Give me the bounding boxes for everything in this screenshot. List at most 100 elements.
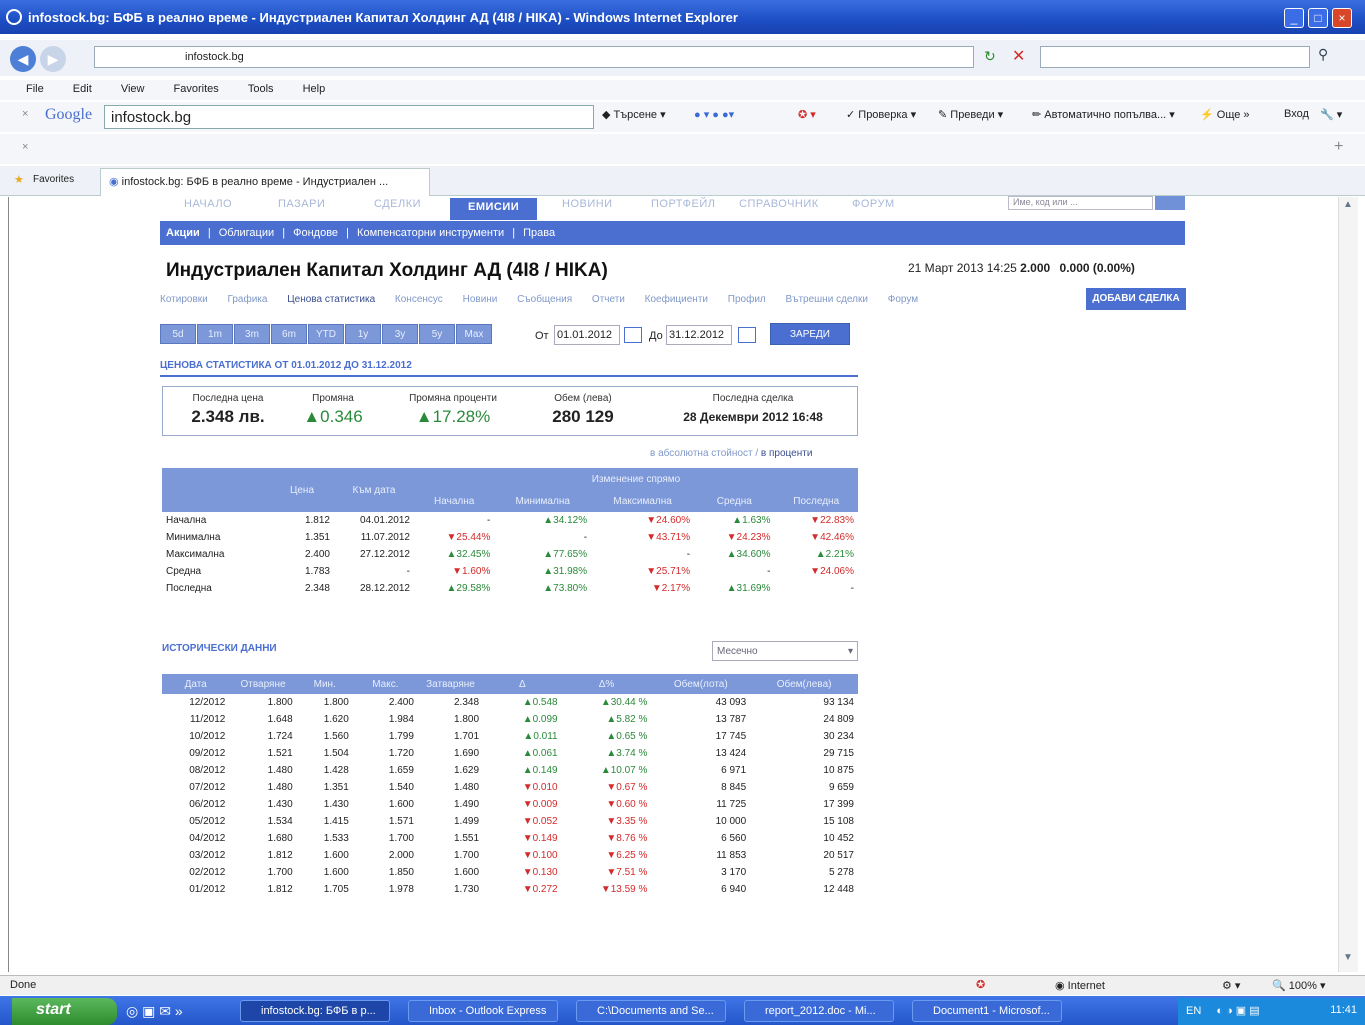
stop-icon[interactable]: ✕ <box>1012 46 1025 66</box>
menu-edit[interactable]: Edit <box>73 83 92 95</box>
task-outlook[interactable]: Inbox - Outlook Express <box>408 1000 558 1022</box>
maximize-button[interactable]: □ <box>1308 8 1328 28</box>
add-bar-icon[interactable]: + <box>1334 138 1343 156</box>
nav-ratios[interactable]: Коефициенти <box>645 294 708 305</box>
tab-portfolio[interactable]: ПОРТФЕЙЛ <box>651 198 715 210</box>
period-6m[interactable]: 6m <box>271 324 307 344</box>
hist-col-header[interactable]: Мин. <box>296 674 353 694</box>
translate-button[interactable]: ✎ Преведи ▾ <box>938 108 1003 121</box>
tab-markets[interactable]: ПАЗАРИ <box>278 198 325 210</box>
scroll-up-icon[interactable]: ▲ <box>1343 199 1353 210</box>
nav-quotes[interactable]: Котировки <box>160 294 208 305</box>
more-button[interactable]: ⚡ Още » <box>1200 108 1250 121</box>
back-icon[interactable]: ◀ <box>10 46 36 72</box>
hist-cell: 12/2012 <box>189 697 226 708</box>
add-deal-button[interactable]: ДОБАВИ СДЕЛКА <box>1086 288 1186 310</box>
load-button[interactable]: ЗАРЕДИ <box>770 323 850 345</box>
address-input[interactable]: infostock.bg <box>94 46 974 68</box>
subnav-compensatory[interactable]: Компенсаторни инструменти <box>357 227 504 239</box>
menu-view[interactable]: View <box>121 83 145 95</box>
tray-icons[interactable]: ◐ ◑ ▣ ▤ <box>1216 1005 1259 1017</box>
subnav-funds[interactable]: Фондове <box>293 227 338 239</box>
period-5d[interactable]: 5d <box>160 324 196 344</box>
subnav-rights[interactable]: Права <box>523 227 555 239</box>
close-button[interactable]: × <box>1332 8 1352 28</box>
subnav-bonds[interactable]: Облигации <box>219 227 274 239</box>
period-5y[interactable]: 5y <box>419 324 455 344</box>
favorites-label[interactable]: Favorites <box>33 174 74 185</box>
wrench-icon[interactable]: 🔧 ▾ <box>1320 108 1342 121</box>
google-search-button[interactable]: ◆ Търсене ▾ <box>602 108 666 121</box>
period-1y[interactable]: 1y <box>345 324 381 344</box>
tab-deals[interactable]: СДЕЛКИ <box>374 198 421 210</box>
period-3m[interactable]: 3m <box>234 324 270 344</box>
nav-chart[interactable]: Графика <box>228 294 268 305</box>
browser-tab[interactable]: ◉ infostock.bg: БФБ в реално време - Инд… <box>100 168 430 196</box>
hist-col-header[interactable]: Обем(левa) <box>750 674 858 694</box>
to-date-input[interactable]: 31.12.2012 <box>666 325 732 345</box>
tab-issues[interactable]: ЕМИСИИ <box>450 198 538 220</box>
tab-home[interactable]: НАЧАЛО <box>184 198 232 210</box>
calendar-icon[interactable] <box>738 327 756 343</box>
task-explorer[interactable]: C:\Documents and Se... <box>576 1000 726 1022</box>
nav-profile[interactable]: Профил <box>728 294 766 305</box>
toolbar-globe-icon[interactable]: ● ▾ ● ●▾ <box>694 108 734 121</box>
menu-help[interactable]: Help <box>303 83 326 95</box>
percent-link[interactable]: в проценти <box>761 448 813 459</box>
signin-button[interactable]: Вход <box>1284 108 1309 120</box>
site-search-input[interactable]: Име, код или ... <box>1008 196 1153 210</box>
autofill-button[interactable]: ✏ Автоматично попълва... ▾ <box>1032 108 1175 121</box>
from-date-input[interactable]: 01.01.2012 <box>554 325 620 345</box>
site-search-button[interactable] <box>1155 196 1185 210</box>
menu-file[interactable]: File <box>26 83 44 95</box>
forward-icon[interactable]: ▶ <box>40 46 66 72</box>
hist-col-header[interactable]: Обем(лота) <box>651 674 751 694</box>
hist-col-header[interactable]: Затваряне <box>417 674 484 694</box>
period-max[interactable]: Max <box>456 324 492 344</box>
hist-col-header[interactable]: Δ% <box>561 674 652 694</box>
hist-col-header[interactable]: Дата <box>162 674 230 694</box>
close-toolbar-icon[interactable]: × <box>22 108 28 120</box>
nav-reports[interactable]: Отчети <box>592 294 625 305</box>
menu-tools[interactable]: Tools <box>248 83 274 95</box>
zoom-control[interactable]: 🔍 100% ▾ <box>1272 979 1325 992</box>
calendar-icon[interactable] <box>624 327 642 343</box>
absolute-link[interactable]: в абсолютна стойност <box>650 448 753 459</box>
quick-launch-icons[interactable]: ◎ ▣ ✉ » <box>126 1003 183 1020</box>
nav-news[interactable]: Новини <box>463 294 498 305</box>
google-search-input[interactable]: infostock.bg <box>104 105 594 129</box>
nav-insider-deals[interactable]: Вътрешни сделки <box>786 294 868 305</box>
nav-price-stats[interactable]: Ценова статистика <box>287 294 375 305</box>
page-scrollbar[interactable]: ▲ ▼ <box>1338 197 1358 972</box>
hist-col-header[interactable]: Отваряне <box>229 674 297 694</box>
hist-cell: 1.984 <box>388 714 414 725</box>
period-ytd[interactable]: YTD <box>308 324 344 344</box>
search-icon[interactable]: ⚲ <box>1318 46 1328 63</box>
menu-favorites[interactable]: Favorites <box>174 83 219 95</box>
language-indicator[interactable]: EN <box>1186 1005 1201 1017</box>
nav-consensus[interactable]: Консенсус <box>395 294 443 305</box>
tab-reference[interactable]: СПРАВОЧНИК <box>739 198 819 210</box>
tab-news[interactable]: НОВИНИ <box>562 198 613 210</box>
toolbar-share-icon[interactable]: ✪ ▾ <box>798 108 816 121</box>
task-ie[interactable]: infostock.bg: БФБ в р... <box>240 1000 390 1022</box>
nav-announcements[interactable]: Съобщения <box>517 294 572 305</box>
refresh-icon[interactable]: ↻ <box>984 48 996 65</box>
period-3y[interactable]: 3y <box>382 324 418 344</box>
period-1m[interactable]: 1m <box>197 324 233 344</box>
minimize-button[interactable]: _ <box>1284 8 1304 28</box>
interval-select[interactable]: Месечно ▾ <box>712 641 858 661</box>
close-bar-icon[interactable]: × <box>22 141 28 153</box>
status-tools-icon[interactable]: ⚙ ▾ <box>1222 979 1240 992</box>
start-button[interactable]: start <box>12 998 117 1025</box>
nav-forum[interactable]: Форум <box>888 294 918 305</box>
task-report-doc[interactable]: report_2012.doc - Mi... <box>744 1000 894 1022</box>
spellcheck-button[interactable]: ✓ Проверка ▾ <box>846 108 916 121</box>
hist-col-header[interactable]: Макс. <box>352 674 418 694</box>
browser-search-input[interactable] <box>1040 46 1310 68</box>
scroll-down-icon[interactable]: ▼ <box>1343 952 1353 963</box>
tab-forum[interactable]: ФОРУМ <box>852 198 895 210</box>
subnav-stocks[interactable]: Акции <box>166 227 200 239</box>
task-document1[interactable]: Document1 - Microsof... <box>912 1000 1062 1022</box>
hist-col-header[interactable]: Δ <box>483 674 562 694</box>
